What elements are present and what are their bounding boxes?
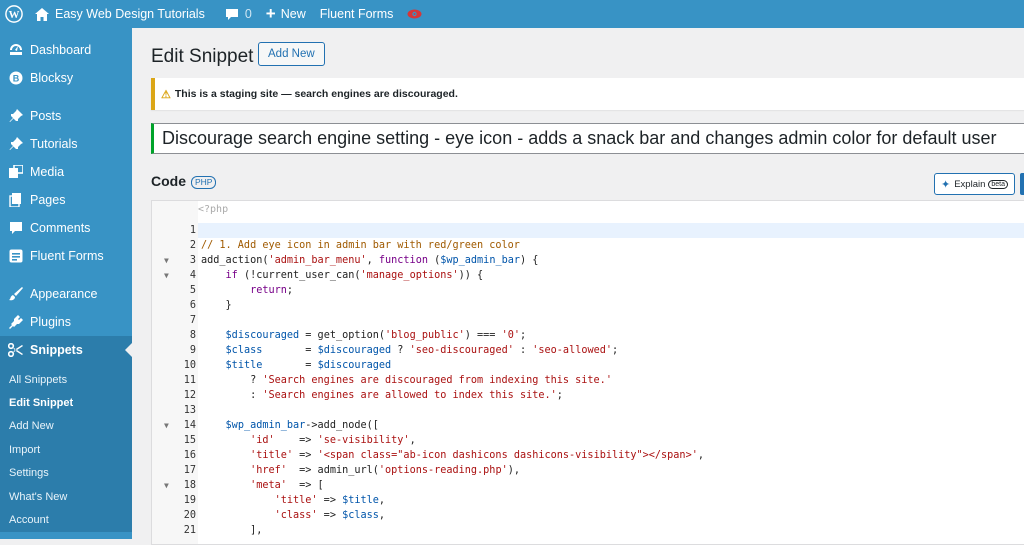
comment-icon: [6, 218, 26, 238]
forms-icon: [6, 246, 26, 266]
snippets-submenu: All Snippets Edit Snippet Add New Import…: [0, 364, 132, 532]
blocksy-icon: B: [6, 68, 26, 88]
sidebar-item-fluent-forms[interactable]: Fluent Forms: [0, 242, 132, 270]
submenu-account[interactable]: Account: [0, 508, 132, 531]
pages-icon: [6, 190, 26, 210]
sidebar-item-label: Posts: [30, 109, 62, 123]
code-line: ▼ 18 'meta' => [: [152, 478, 1024, 493]
code-line: 6 }: [189, 300, 232, 311]
submenu-all-snippets[interactable]: All Snippets: [0, 368, 132, 391]
sidebar-item-label: Dashboard: [30, 43, 92, 57]
svg-text:B: B: [13, 74, 20, 84]
snippet-title-input[interactable]: Discourage search engine setting - eye i…: [151, 123, 1024, 154]
code-line: ▼ 3 add_action('admin_bar_menu', function …: [152, 253, 1024, 268]
submenu-whats-new[interactable]: What's New: [0, 485, 132, 508]
fluent-forms-link[interactable]: Fluent Forms: [313, 0, 401, 28]
seo-visibility-eye-icon[interactable]: [400, 0, 429, 28]
new-content-link[interactable]: + New: [259, 0, 313, 28]
staging-notice: ⚠ This is a staging site — search engine…: [151, 78, 1024, 110]
sidebar-item-posts[interactable]: Posts: [0, 102, 132, 130]
code-label: Code: [151, 173, 186, 189]
sidebar-item-comments[interactable]: Comments: [0, 214, 132, 242]
code-line: 11 ? 'Search engines are discouraged fro…: [183, 375, 612, 386]
sidebar-item-pages[interactable]: Pages: [0, 186, 132, 214]
sidebar-item-label: Blocksy: [30, 71, 74, 85]
php-badge: PHP: [191, 176, 217, 189]
php-open-tag: <?php: [198, 204, 229, 215]
sidebar-item-label: Appearance: [30, 287, 98, 301]
code-line: 15 'id' => 'se-visibility',: [183, 435, 416, 446]
code-line: 7: [189, 315, 196, 326]
sidebar-item-label: Pages: [30, 193, 66, 207]
notice-text: This is a staging site — search engines …: [174, 88, 458, 100]
sidebar-item-tutorials[interactable]: Tutorials: [0, 130, 132, 158]
code-line: 2// 1. Add eye icon in admin bar with re…: [189, 240, 520, 251]
media-icon: [6, 162, 26, 182]
plus-icon: +: [265, 4, 276, 23]
svg-text:W: W: [9, 9, 20, 21]
pin-icon: [6, 106, 26, 126]
code-line: 16 'title' => '<span class="ab-icon dash…: [183, 450, 704, 461]
submenu-add-new[interactable]: Add New: [0, 415, 132, 438]
code-line: 8 $discouraged = get_option('blog_public…: [189, 330, 527, 341]
sidebar-item-media[interactable]: Media: [0, 158, 132, 186]
beta-badge: beta: [988, 179, 1009, 189]
code-line: 20 'class' => $class,: [183, 510, 386, 521]
code-line: 12 : 'Search engines are allowed to inde…: [183, 390, 563, 401]
submenu-settings[interactable]: Settings: [0, 462, 132, 485]
home-icon: [35, 7, 49, 21]
code-line: 19 'title' => $title,: [183, 495, 386, 506]
code-editor[interactable]: <?php 1 2// 1. Add eye icon in admin bar…: [151, 200, 1024, 545]
brush-icon: [6, 284, 26, 304]
code-line: 5 return;: [189, 285, 294, 296]
sparkle-icon: ✦: [941, 178, 951, 191]
code-line: 17 'href' => admin_url('options-reading.…: [183, 465, 520, 476]
editor-action-button[interactable]: [1020, 173, 1024, 195]
submenu-edit-snippet[interactable]: Edit Snippet: [0, 391, 132, 414]
wordpress-logo-icon[interactable]: W: [0, 0, 28, 28]
sidebar-item-label: Fluent Forms: [30, 249, 104, 263]
add-new-button[interactable]: Add New: [258, 42, 325, 66]
sidebar-item-appearance[interactable]: Appearance: [0, 280, 132, 308]
admin-sidebar: Dashboard B Blocksy Posts Tutorials Medi…: [0, 28, 132, 539]
sidebar-item-blocksy[interactable]: B Blocksy: [0, 64, 132, 92]
code-line: 9 $class = $discouraged ? 'seo-discourag…: [189, 345, 619, 356]
dashboard-icon: [6, 40, 26, 60]
pin-icon: [6, 134, 26, 154]
warning-icon: ⚠: [161, 88, 171, 101]
sidebar-item-label: Tutorials: [30, 137, 78, 151]
new-label: New: [280, 7, 306, 21]
sidebar-item-label: Snippets: [30, 343, 83, 357]
code-line: 1: [189, 225, 196, 236]
comments-link[interactable]: 0: [218, 0, 259, 28]
sidebar-item-plugins[interactable]: Plugins: [0, 308, 132, 336]
sidebar-item-label: Media: [30, 165, 65, 179]
explain-label: Explain: [954, 178, 986, 190]
code-line: 21 ],: [183, 525, 263, 536]
sidebar-item-label: Comments: [30, 221, 91, 235]
plugin-icon: [6, 312, 26, 332]
admin-bar: W Easy Web Design Tutorials 0 + New Flue…: [0, 0, 1024, 28]
site-name-link[interactable]: Easy Web Design Tutorials: [28, 0, 212, 28]
code-line: 13: [183, 405, 196, 416]
explain-button[interactable]: ✦ Explain beta: [934, 173, 1016, 195]
page-title: Edit Snippet: [151, 46, 254, 67]
code-line: ▼ 4 if (!current_user_can('manage_options…: [152, 268, 1024, 283]
scissors-icon: [6, 340, 26, 360]
site-name-label: Easy Web Design Tutorials: [55, 7, 205, 21]
comment-icon: [225, 8, 239, 21]
sidebar-item-dashboard[interactable]: Dashboard: [0, 36, 132, 64]
sidebar-item-label: Plugins: [30, 315, 71, 329]
submenu-import[interactable]: Import: [0, 438, 132, 461]
main-content: Edit Snippet Add New ⚠ This is a staging…: [132, 28, 1024, 545]
code-line: 10 $title = $discouraged: [183, 360, 392, 371]
sidebar-item-snippets[interactable]: Snippets: [0, 336, 132, 364]
code-line: ▼ 14 $wp_admin_bar->add_node([: [152, 418, 1024, 433]
fluent-forms-label: Fluent Forms: [319, 7, 394, 21]
comments-count: 0: [244, 7, 252, 21]
